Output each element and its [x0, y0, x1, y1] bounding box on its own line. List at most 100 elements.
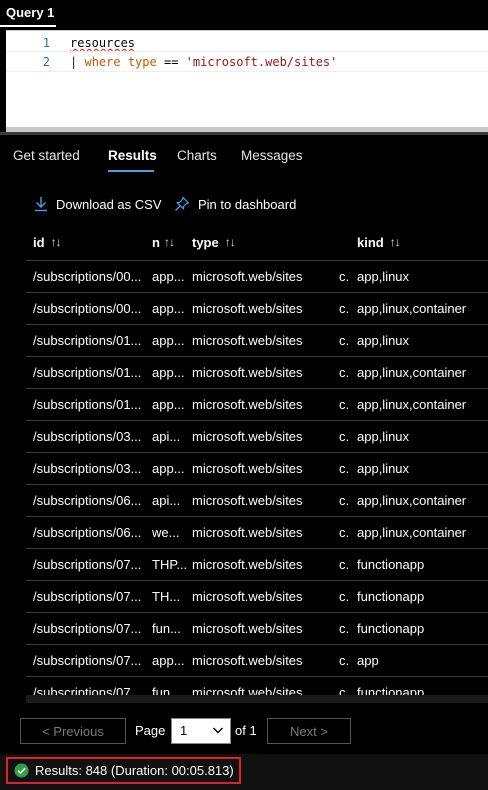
table-row[interactable]: /subscriptions/01... app... microsoft.web/…	[26, 356, 488, 388]
table-row[interactable]: /subscriptions/00... app... microsoft.web/…	[26, 292, 488, 324]
cell-type: microsoft.web/sites	[192, 653, 303, 668]
status-bar: Results: 848 (Duration: 00:05.813)	[0, 754, 488, 790]
cell-kind: app,linux	[357, 461, 410, 476]
cell-name: app...	[152, 365, 185, 380]
table-horizontal-scrollbar[interactable]	[26, 695, 488, 703]
download-csv-button[interactable]: Download as CSV	[34, 194, 162, 214]
cell-id: /subscriptions/01...	[33, 365, 142, 380]
success-check-icon	[14, 763, 29, 778]
table-row[interactable]: /subscriptions/06... we... microsoft.web/s…	[26, 516, 488, 548]
cell-name: fun...	[152, 621, 181, 636]
sort-icon[interactable]: ↑↓	[225, 235, 236, 249]
table-row[interactable]: /subscriptions/07... fun... microsoft.web/…	[26, 612, 488, 644]
table-row[interactable]: /subscriptions/03... app... microsoft.web/…	[26, 452, 488, 484]
next-page-button[interactable]: Next >	[267, 718, 351, 744]
cell-kind: app	[357, 653, 379, 668]
cell-name: TH...	[152, 589, 181, 604]
page-select[interactable]: 1	[171, 718, 231, 744]
cell-kind: functionapp	[357, 685, 425, 695]
editor-line-text[interactable]: | where type == 'microsoft.web/sites'	[70, 55, 337, 69]
cell-id: /subscriptions/01...	[33, 397, 142, 412]
cell-type: microsoft.web/sites	[192, 621, 303, 636]
column-header-name[interactable]: n ↑↓	[152, 226, 188, 258]
cell-c: c.	[339, 557, 349, 572]
cell-kind: app,linux,container	[357, 301, 467, 316]
results-status-text: Results: 848 (Duration: 00:05.813)	[35, 763, 234, 778]
query-window: Query 1 1 resources 2 | where type == 'm…	[0, 0, 488, 790]
cell-id: /subscriptions/07...	[33, 685, 142, 695]
active-tab-indicator	[108, 170, 154, 172]
results-table-body[interactable]: /subscriptions/00... app... microsoft.web/…	[26, 258, 488, 695]
cell-type: microsoft.web/sites	[192, 429, 303, 444]
cell-type: microsoft.web/sites	[192, 269, 303, 284]
cell-c: c.	[339, 685, 349, 695]
page-label: Page	[135, 723, 166, 738]
column-header-id[interactable]: id ↑↓	[33, 226, 145, 258]
previous-page-button[interactable]: < Previous	[20, 718, 126, 744]
cell-kind: app,linux	[357, 429, 410, 444]
sort-icon[interactable]: ↑↓	[390, 235, 401, 249]
pin-to-dashboard-button[interactable]: Pin to dashboard	[174, 194, 296, 214]
cell-id: /subscriptions/06...	[33, 493, 142, 508]
tab-get-started[interactable]: Get started	[13, 148, 80, 163]
cell-c: c.	[339, 429, 349, 444]
editor-line-2[interactable]: 2 | where type == 'microsoft.web/sites'	[6, 51, 488, 72]
pin-icon	[174, 196, 190, 212]
column-header-kind[interactable]: kind ↑↓	[357, 226, 488, 258]
editor-line-1[interactable]: 1 resources	[6, 33, 488, 52]
table-row[interactable]: /subscriptions/07... TH... microsoft.web/s…	[26, 580, 488, 612]
column-header-type[interactable]: type ↑↓	[192, 226, 332, 258]
cell-kind: app,linux,container	[357, 525, 467, 540]
tab-charts[interactable]: Charts	[177, 148, 217, 163]
table-row[interactable]: /subscriptions/00... app... microsoft.web/…	[26, 260, 488, 292]
editor-line-text[interactable]: resources	[70, 36, 135, 50]
cell-name: app...	[152, 301, 185, 316]
cell-id: /subscriptions/03...	[33, 429, 142, 444]
sort-icon[interactable]: ↑↓	[51, 235, 62, 249]
chevron-down-icon	[212, 724, 224, 739]
cell-c: c.	[339, 493, 349, 508]
table-row[interactable]: /subscriptions/07... app... microsoft.web/…	[26, 644, 488, 676]
table-row[interactable]: /subscriptions/01... app... microsoft.web/…	[26, 388, 488, 420]
table-row[interactable]: /subscriptions/03... api... microsoft.web/…	[26, 420, 488, 452]
cell-id: /subscriptions/00...	[33, 301, 142, 316]
cell-type: microsoft.web/sites	[192, 557, 303, 572]
sort-icon[interactable]: ↑↓	[164, 235, 175, 249]
editor-results-splitter[interactable]	[0, 132, 488, 135]
cell-c: c.	[339, 269, 349, 284]
page-select-value: 1	[180, 723, 188, 738]
line-number: 1	[42, 36, 50, 50]
query-tab-title[interactable]: Query 1	[6, 5, 54, 20]
cell-c: c.	[339, 365, 349, 380]
table-row[interactable]: /subscriptions/07... THP... microsoft.web/…	[26, 548, 488, 580]
cell-name: app...	[152, 397, 185, 412]
column-header-c[interactable]	[347, 226, 353, 258]
cell-type: microsoft.web/sites	[192, 397, 303, 412]
cell-c: c.	[339, 525, 349, 540]
cell-id: /subscriptions/07...	[33, 621, 142, 636]
download-icon	[34, 196, 48, 212]
query-editor[interactable]: 1 resources 2 | where type == 'microsoft…	[6, 30, 488, 133]
cell-name: THP...	[152, 557, 186, 572]
cell-type: microsoft.web/sites	[192, 525, 303, 540]
cell-name: fun...	[152, 685, 181, 695]
cell-type: microsoft.web/sites	[192, 493, 303, 508]
cell-name: api...	[152, 493, 181, 508]
cell-kind: app,linux,container	[357, 365, 467, 380]
pagination: < Previous Page 1 of 1 Next >	[0, 718, 488, 744]
line-number: 2	[42, 55, 50, 69]
cell-id: /subscriptions/07...	[33, 653, 142, 668]
cell-c: c.	[339, 301, 349, 316]
table-row[interactable]: /subscriptions/01... app... microsoft.web/…	[26, 324, 488, 356]
tab-results[interactable]: Results	[108, 148, 157, 163]
table-row[interactable]: /subscriptions/07... fun... microsoft.web/…	[26, 676, 488, 695]
cell-id: /subscriptions/00...	[33, 269, 142, 284]
cell-kind: app,linux,container	[357, 493, 467, 508]
cell-type: microsoft.web/sites	[192, 333, 303, 348]
table-row[interactable]: /subscriptions/06... api... microsoft.web/…	[26, 484, 488, 516]
cell-name: app...	[152, 653, 185, 668]
code-field: type	[127, 55, 157, 69]
cell-c: c.	[339, 589, 349, 604]
tab-messages[interactable]: Messages	[241, 148, 303, 163]
cell-type: microsoft.web/sites	[192, 461, 303, 476]
